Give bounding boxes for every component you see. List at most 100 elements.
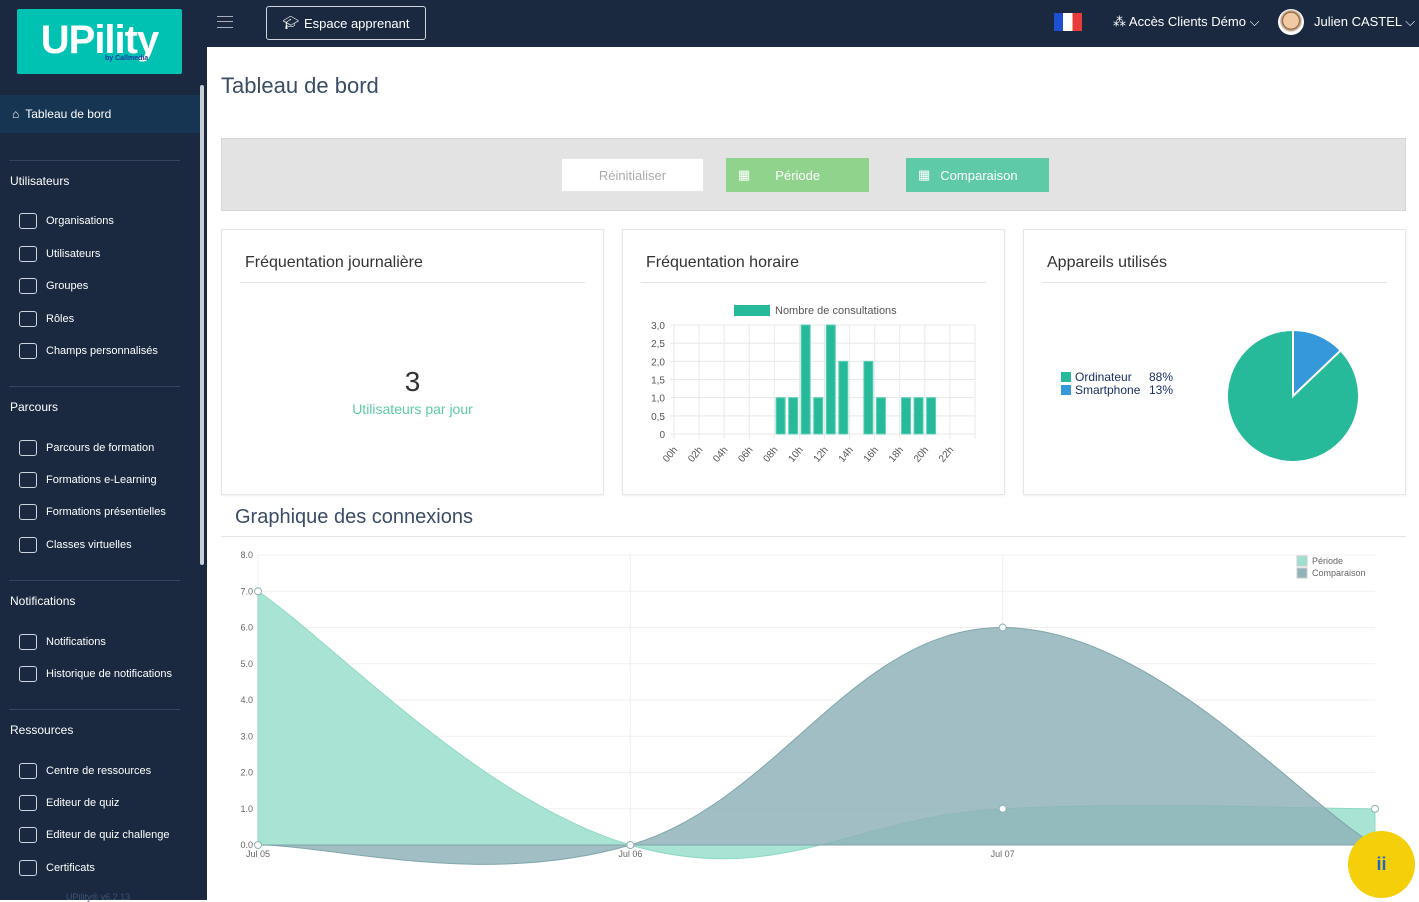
button-label: Comparaison bbox=[940, 167, 1018, 183]
menu-item-icon bbox=[19, 795, 37, 811]
sidebar-item[interactable]: Notifications bbox=[19, 632, 106, 652]
y-tick-label: 2.0 bbox=[240, 768, 253, 778]
button-label: Période bbox=[775, 167, 821, 183]
sidebar-item-label: Formations e-Learning bbox=[46, 474, 157, 486]
menu-item-icon bbox=[19, 634, 37, 650]
x-tick-label: 06h bbox=[736, 445, 755, 465]
sidebar-item[interactable]: Centre de ressources bbox=[19, 761, 151, 781]
legend-label: Période bbox=[1312, 556, 1343, 566]
reset-button[interactable]: Réinitialiser bbox=[561, 158, 704, 192]
sidebar-item[interactable]: Classes virtuelles bbox=[19, 535, 132, 555]
sidebar-item[interactable]: Historique de notifications bbox=[19, 664, 172, 684]
sidebar-item[interactable]: Editeur de quiz challenge bbox=[19, 825, 170, 845]
bar bbox=[813, 397, 824, 435]
client-access-dropdown[interactable]: ⁂ Accès Clients Démo ⌵ bbox=[1113, 14, 1259, 30]
sidebar-item[interactable]: Editeur de quiz bbox=[19, 793, 119, 813]
sidebar-item-label: Notifications bbox=[46, 636, 106, 648]
sidebar-item[interactable]: Utilisateurs bbox=[19, 244, 100, 264]
menu-item-icon bbox=[19, 860, 37, 876]
avatar[interactable] bbox=[1278, 9, 1304, 35]
menu-item-icon bbox=[19, 440, 37, 456]
bar bbox=[863, 360, 874, 435]
bar bbox=[788, 397, 799, 435]
daily-users-label: Utilisateurs par jour bbox=[352, 401, 473, 417]
user-menu[interactable]: Julien CASTEL ⌵ bbox=[1314, 14, 1415, 30]
sidebar-item-label: Groupes bbox=[46, 280, 89, 292]
calendar-icon: ▦ bbox=[918, 167, 931, 182]
data-point bbox=[998, 804, 1007, 813]
y-tick-label: 2,0 bbox=[651, 357, 665, 368]
legend-swatch bbox=[734, 305, 770, 316]
menu-item-icon bbox=[19, 827, 37, 843]
sidebar-item[interactable]: Certificats bbox=[19, 858, 95, 878]
y-tick-label: 5.0 bbox=[240, 659, 253, 669]
divider bbox=[221, 536, 1406, 537]
sidebar-item[interactable]: Champs personnalisés bbox=[19, 341, 158, 361]
hourly-card: Fréquentation horaire 0 0,5 1,0 1,5 2,0 2,5 3,… bbox=[622, 229, 1005, 495]
data-point bbox=[626, 841, 635, 849]
menu-item-icon bbox=[19, 666, 37, 682]
bar bbox=[901, 397, 912, 435]
sidebar-item-label: Classes virtuelles bbox=[46, 539, 132, 551]
legend-swatch bbox=[1061, 385, 1071, 395]
sidebar-item-dashboard[interactable]: ⌂ Tableau de bord bbox=[0, 95, 200, 133]
topbar: 🎓︎ Espace apprenant ⁂ Accès Clients Démo … bbox=[207, 0, 1419, 47]
data-point bbox=[254, 841, 262, 849]
y-tick-label: 8.0 bbox=[240, 550, 253, 560]
menu-item-icon bbox=[19, 311, 37, 327]
sidebar-item-label: Parcours de formation bbox=[46, 442, 155, 454]
learner-space-button[interactable]: 🎓︎ Espace apprenant bbox=[266, 6, 426, 40]
sidebar-item[interactable]: Parcours de formation bbox=[19, 438, 154, 458]
dropdown-label: Accès Clients Démo bbox=[1128, 14, 1246, 29]
divider bbox=[9, 709, 180, 710]
sidebar-item[interactable]: Formations e-Learning bbox=[19, 470, 157, 490]
comparison-button[interactable]: ▦ Comparaison bbox=[906, 158, 1049, 192]
sidebar-item-label: Utilisateurs bbox=[46, 248, 101, 260]
french-flag-icon[interactable] bbox=[1054, 13, 1082, 31]
x-tick-label: 08h bbox=[761, 445, 780, 465]
user-name: Julien CASTEL bbox=[1314, 14, 1402, 29]
menu-icon[interactable] bbox=[217, 16, 233, 28]
sidebar-item-label: Centre de ressources bbox=[46, 765, 152, 777]
menu-item-icon bbox=[19, 246, 37, 262]
sidebar-section-title: Ressources bbox=[10, 723, 74, 737]
legend-label: Comparaison bbox=[1312, 568, 1366, 578]
y-tick-label: 7.0 bbox=[240, 586, 253, 596]
calendar-icon: ▦ bbox=[738, 167, 751, 182]
sidebar-item[interactable]: Organisations bbox=[19, 211, 114, 231]
divider bbox=[240, 282, 585, 283]
x-tick-label: 04h bbox=[711, 445, 730, 465]
sidebar-item-label: Editeur de quiz challenge bbox=[46, 829, 170, 841]
data-point bbox=[998, 623, 1007, 632]
sidebar-item[interactable]: Groupes bbox=[19, 276, 88, 296]
x-tick-label: 02h bbox=[686, 445, 705, 465]
legend-swatch bbox=[1061, 372, 1071, 382]
x-tick-label: Jul 07 bbox=[991, 849, 1015, 859]
logo[interactable]: UPility by Callmedia bbox=[17, 9, 182, 74]
bar bbox=[775, 397, 786, 435]
button-label: Espace apprenant bbox=[303, 15, 410, 31]
logo-sub: by Callmedia bbox=[105, 55, 149, 62]
devices-pie-chart: Ordinateur 88% Smartphone 13% bbox=[1061, 328, 1360, 463]
sidebar-scrollbar[interactable] bbox=[200, 85, 204, 565]
menu-item-icon bbox=[19, 278, 37, 294]
divider bbox=[9, 160, 180, 161]
bar bbox=[800, 324, 811, 435]
sidebar-item[interactable]: Formations présentielles bbox=[19, 502, 166, 522]
sidebar-item[interactable]: Rôles bbox=[19, 309, 74, 329]
chat-icon[interactable]: ii bbox=[1348, 831, 1415, 898]
bar bbox=[825, 324, 836, 435]
daily-card: Fréquentation journalière 3 Utilisateurs… bbox=[221, 229, 604, 495]
x-tick-label: 16h bbox=[862, 445, 881, 465]
sidebar-item-label: Rôles bbox=[46, 313, 75, 325]
legend-label: Nombre de consultations bbox=[775, 305, 897, 317]
menu-item-icon bbox=[19, 472, 37, 488]
bar bbox=[926, 397, 937, 435]
data-point bbox=[1371, 804, 1379, 813]
sitemap-icon: ⁂ bbox=[1113, 14, 1129, 29]
y-tick-label: 1.0 bbox=[240, 804, 253, 814]
page-title: Tableau de bord bbox=[221, 73, 379, 98]
y-tick-label: 4.0 bbox=[240, 695, 253, 705]
period-button[interactable]: ▦ Période bbox=[726, 158, 869, 192]
chevron-down-icon: ⌵ bbox=[1401, 14, 1416, 29]
